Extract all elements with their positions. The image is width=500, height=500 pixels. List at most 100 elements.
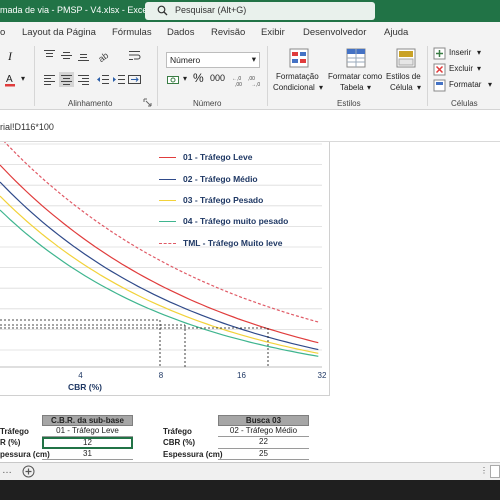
chart-x-ticks: 4 8 16 32 [78,371,327,380]
horizontal-scrollbar[interactable] [490,465,500,478]
table-cell[interactable]: 25 [218,449,309,460]
accounting-format-icon[interactable] [166,73,181,88]
legend-item: 02 - Tráfego Médio [183,174,258,184]
row-label: Tráfego [163,427,192,436]
format-as-table-icon [346,48,366,68]
table-cell-selected[interactable]: 12 [42,437,133,449]
dialog-launcher-icon[interactable] [143,98,152,107]
tab-data[interactable]: Dados [167,27,194,38]
number-group-label: Número [193,99,222,108]
chevron-down-icon: ▾ [417,83,422,92]
sheet-tab-bar: … ⋮ [0,462,500,480]
tab-developer[interactable]: Desenvolvedor [303,27,366,38]
chart-area[interactable]: 4 8 16 32 CBR (%) 01 - Tráfego Leve 02 - Tr… [0,136,330,396]
chevron-down-icon: ▾ [488,80,493,89]
alignment-group-label: Alinhamento [68,99,113,108]
ribbon-tabs: o Layout da Página Fórmulas Dados Revisã… [0,22,500,42]
insert-cells-icon [433,47,446,60]
align-center-icon[interactable] [59,72,74,87]
accounting-dropdown-icon[interactable]: ▾ [183,74,187,83]
tab-view[interactable]: Exibir [261,27,285,38]
search-box[interactable]: Pesquisar (Alt+G) [145,2,375,20]
chevron-down-icon: ▾ [251,54,256,64]
more-options-icon[interactable]: ⋮ [480,466,488,475]
thousands-separator-button[interactable]: 000 [210,73,225,83]
svg-text:,00: ,00 [235,82,242,88]
table-cell[interactable]: 22 [218,437,309,449]
series-line [0,164,319,344]
worksheet[interactable]: 4 8 16 32 CBR (%) 01 - Tráfego Leve 02 - Tr… [0,136,500,462]
legend-swatch [159,157,176,158]
number-format-select[interactable]: Número ▾ [166,52,260,68]
increase-decimal-icon[interactable]: ←,0,00 [232,73,247,88]
cell-styles-label-2: Célula [390,83,413,92]
chevron-down-icon: ▾ [477,48,482,57]
tab-formulas[interactable]: Fórmulas [112,27,152,38]
format-cells-icon [433,79,446,92]
document-title: mada de via - PMSP - V4.xlsx - Excel [0,5,150,15]
align-middle-icon[interactable] [59,48,74,63]
chart-svg: 4 8 16 32 CBR (%) [0,136,327,392]
svg-text:I: I [7,49,13,63]
delete-cells-icon [433,63,446,76]
align-right-icon[interactable] [76,72,91,87]
tab-home[interactable]: o [0,27,5,38]
legend-swatch [159,221,176,222]
font-color-dropdown-icon[interactable]: ▾ [21,74,25,83]
conditional-formatting-icon [289,48,309,68]
x-tick-label: 16 [237,371,246,380]
chevron-down-icon: ▾ [367,83,372,92]
delete-label: Excluir [449,64,474,73]
ribbon: I A ▾ ab Alinhamento Número ▾ ▾ % 000 ←,… [0,42,500,110]
orientation-icon[interactable]: ab [96,48,111,63]
tab-review[interactable]: Revisão [211,27,245,38]
percent-button[interactable]: % [193,71,204,85]
sheet-scroll-left-icon[interactable]: … [2,465,12,476]
formula-bar[interactable]: rial!D116*100 [0,110,500,142]
tab-page-layout[interactable]: Layout da Página [22,27,96,38]
insert-button[interactable]: Inserir ▾ [433,47,500,61]
insert-label: Inserir [449,48,472,57]
formula-text[interactable]: rial!D116*100 [0,122,54,132]
series-line [0,136,319,323]
delete-button[interactable]: Excluir ▾ [433,63,500,77]
add-sheet-icon[interactable] [22,465,35,478]
increase-indent-icon[interactable] [112,72,127,87]
row-label: R (%) [0,438,21,447]
group-separator [34,46,35,106]
table-cell[interactable]: 02 - Tráfego Médio [218,426,309,437]
legend-swatch [159,243,176,244]
group-separator [157,46,158,106]
legend-swatch [159,179,176,180]
font-color-icon[interactable]: A [4,72,19,87]
format-button[interactable]: Formatar ▾ [433,79,500,93]
format-as-table-label-2: Tabela [340,83,364,92]
series-line [0,209,319,357]
conditional-formatting-label-1: Formatação [276,72,319,81]
align-bottom-icon[interactable] [76,48,91,63]
taskbar [0,480,500,500]
legend-item: TML - Tráfego Muito leve [183,238,283,248]
cell-styles-icon [396,48,416,68]
table-cell[interactable]: 31 [42,449,133,460]
styles-group-label: Estilos [337,99,361,108]
x-axis-label: CBR (%) [68,382,102,392]
chevron-down-icon: ▾ [319,83,324,92]
table-header[interactable]: C.B.R. da sub-base [42,415,133,426]
decrease-decimal-icon[interactable]: ,00→,0 [248,73,263,88]
wrap-text-icon[interactable] [127,48,142,63]
legend-swatch [159,200,176,201]
italic-icon[interactable]: I [4,48,19,63]
format-label: Formatar [449,80,482,89]
table-cell[interactable]: 01 - Tráfego Leve [42,426,133,437]
decrease-indent-icon[interactable] [96,72,111,87]
merge-center-icon[interactable] [127,72,142,87]
svg-text:A: A [6,74,13,85]
table-header[interactable]: Busca 03 [218,415,309,426]
chevron-down-icon: ▾ [477,64,482,73]
align-left-icon[interactable] [42,72,57,87]
group-separator [267,46,268,106]
number-format-value: Número [170,55,201,65]
align-top-icon[interactable] [42,48,57,63]
tab-help[interactable]: Ajuda [384,27,408,38]
